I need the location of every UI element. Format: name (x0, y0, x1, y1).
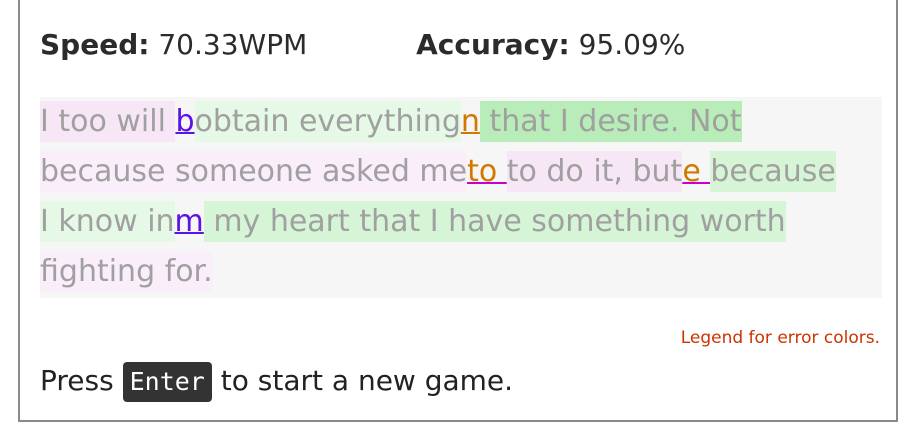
speed-value: 70.33WPM (158, 28, 308, 61)
restart-suffix: to start a new game. (211, 364, 514, 397)
accuracy-value: 95.09% (578, 28, 686, 61)
passage-segment: my heart that I have something worth (203, 201, 786, 242)
error-legend-link[interactable]: Legend for error colors. (681, 328, 880, 348)
substitution-error: e (682, 154, 711, 189)
passage-segment: because someone asked me (40, 151, 468, 192)
passage-segment: obtain everything (194, 101, 461, 142)
enter-key-badge: Enter (122, 362, 212, 402)
insertion-error: b (175, 104, 195, 139)
passage-segment: that I desire. Not (479, 101, 742, 142)
restart-prompt: Press Enter to start a new game. (40, 362, 513, 402)
restart-prefix: Press (40, 364, 123, 397)
accuracy-stat: Accuracy: 95.09% (416, 28, 685, 61)
passage-segment: fighting for. (40, 251, 213, 292)
speed-label: Speed: (40, 28, 150, 61)
substitution-error: to (467, 154, 507, 189)
stats-row: Speed: 70.33WPM Accuracy: 95.09% (40, 28, 685, 61)
speed-stat: Speed: 70.33WPM (40, 28, 307, 61)
results-card: Speed: 70.33WPM Accuracy: 95.09% I too w… (18, 0, 898, 422)
passage-segment: to do it, but (506, 151, 683, 192)
accuracy-label: Accuracy: (416, 28, 570, 61)
substitution-error: n (460, 104, 480, 139)
typed-passage: I too will bobtain everythingn that I de… (40, 97, 882, 298)
passage-segment: because (710, 151, 836, 192)
passage-segment: I too will (40, 101, 176, 142)
insertion-error: m (174, 204, 204, 239)
passage-segment: I know in (40, 201, 175, 242)
